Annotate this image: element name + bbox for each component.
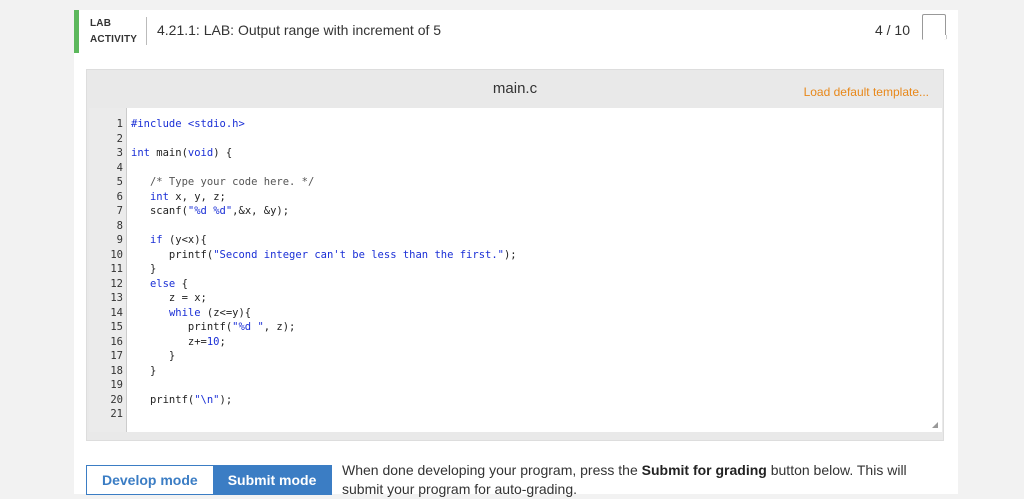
code-line-6: int x, y, z;	[131, 190, 226, 205]
submit-mode-button[interactable]: Submit mode	[212, 466, 332, 494]
format-string: "%d "	[232, 321, 264, 333]
assignment: z = x;	[131, 292, 207, 304]
line-number: 16	[110, 335, 123, 348]
format-string: "%d %d"	[187, 205, 233, 217]
code-line-20: printf("\n");	[131, 393, 232, 408]
info-prefix: When done developing your program, press…	[342, 462, 642, 478]
function-name: main(	[149, 147, 188, 159]
line-number: 10	[110, 248, 123, 261]
code-line-3: int main(void) {	[131, 146, 232, 161]
lab-activity-label: LAB ACTIVITY	[90, 16, 137, 48]
code-line-11: }	[131, 262, 156, 277]
increment: z+=	[131, 335, 207, 348]
line-number: 2	[116, 132, 123, 145]
while-condition: (z<=y){	[200, 306, 252, 319]
code-line-9: if (y<x){	[131, 233, 207, 248]
closing-brace: }	[131, 350, 176, 362]
line-number: 17	[110, 350, 123, 362]
code-comment: /* Type your code here. */	[131, 176, 315, 188]
line-number: 6	[116, 190, 123, 203]
line-number: 9	[116, 234, 123, 246]
scanf-args: ,&x, &y);	[232, 205, 290, 217]
line-number: 3	[116, 147, 123, 159]
activity-label: ACTIVITY	[90, 34, 138, 45]
code-line-10: printf("Second integer can't be less tha…	[131, 248, 517, 263]
printf-call: printf(	[131, 321, 233, 333]
keyword-while: while	[168, 306, 201, 319]
lab-label: LAB	[90, 18, 112, 29]
keyword-void: void	[187, 147, 214, 159]
editor-frame: main.c Load default template... 12345678…	[86, 69, 944, 441]
printf-call: printf(	[131, 393, 195, 406]
line-number: 4	[116, 161, 123, 174]
lab-score: 4 / 10	[874, 22, 910, 38]
brace: ) {	[213, 147, 233, 159]
printf-args: , z);	[263, 321, 296, 333]
if-condition: (y<x){	[162, 234, 207, 246]
statement-end: ;	[219, 335, 226, 348]
line-number: 8	[116, 219, 123, 232]
declaration: x, y, z;	[168, 190, 226, 203]
code-line-15: printf("%d ", z);	[131, 320, 295, 335]
info-bold: Submit for grading	[641, 462, 767, 478]
error-string: "Second integer can't be less than the f…	[213, 248, 504, 261]
statement-end: );	[219, 393, 233, 406]
lab-panel: main.c Load default template... 12345678…	[74, 53, 958, 497]
closing-brace: }	[131, 364, 157, 377]
code-line-13: z = x;	[131, 291, 207, 306]
code-line-7: scanf("%d %d",&x, &y);	[131, 204, 289, 219]
mode-toggle: Develop mode Submit mode	[86, 465, 333, 495]
closing-brace: }	[131, 263, 157, 275]
keyword-else: else	[149, 277, 176, 290]
statement-end: );	[503, 248, 517, 261]
badge-icon	[922, 14, 946, 40]
line-number: 14	[110, 306, 123, 319]
code-line-16: z+=10;	[131, 335, 226, 350]
line-number: 15	[110, 321, 123, 333]
line-number: 18	[110, 364, 123, 377]
line-number: 7	[116, 205, 123, 217]
keyword-if: if	[149, 234, 163, 246]
number-literal: 10	[206, 335, 220, 348]
header-divider	[146, 17, 147, 45]
code-line-17: }	[131, 349, 175, 364]
code-line-5: /* Type your code here. */	[131, 175, 314, 190]
brace: {	[175, 277, 188, 290]
keyword-int: int	[131, 147, 150, 159]
line-number: 13	[110, 292, 123, 304]
code-line-18: }	[131, 364, 156, 379]
develop-mode-button[interactable]: Develop mode	[87, 466, 213, 494]
submit-instructions: When done developing your program, press…	[342, 461, 932, 499]
printf-call: printf(	[131, 248, 214, 261]
line-number: 5	[116, 176, 123, 188]
load-default-template-link[interactable]: Load default template...	[804, 85, 929, 99]
resize-handle[interactable]	[932, 422, 938, 428]
include-directive: #include <stdio.h>	[131, 118, 245, 130]
code-line-12: else {	[131, 277, 188, 292]
line-number: 20	[110, 393, 123, 406]
line-number: 12	[110, 277, 123, 290]
line-number: 21	[110, 408, 123, 420]
scanf-call: scanf(	[131, 205, 188, 217]
code-line-1: #include <stdio.h>	[131, 117, 245, 132]
line-number: 1	[116, 118, 123, 130]
code-line-14: while (z<=y){	[131, 306, 251, 321]
lab-header: LAB ACTIVITY 4.21.1: LAB: Output range w…	[74, 10, 958, 53]
newline-string: "\n"	[194, 393, 220, 406]
code-editor[interactable]: 1 2 3 4 5 6 7 8 9 10 11 12 13 14 15 16 17 18 19 20 21 #inclu…	[89, 108, 942, 432]
keyword-int: int	[149, 190, 169, 203]
line-number: 19	[110, 379, 123, 391]
line-number: 11	[110, 263, 123, 275]
lab-title: 4.21.1: LAB: Output range with increment…	[157, 22, 442, 38]
